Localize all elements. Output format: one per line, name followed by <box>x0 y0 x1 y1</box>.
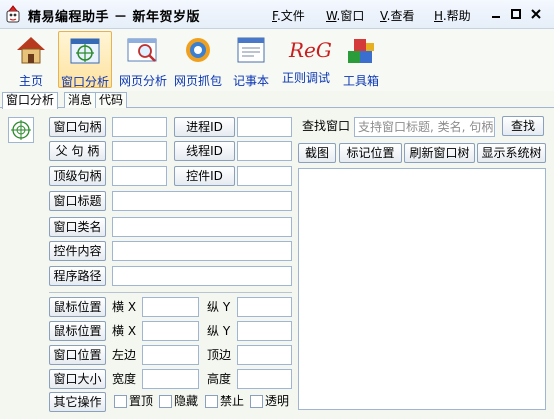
menu-help[interactable]: H.帮助 <box>434 7 471 24</box>
left-edge-field[interactable] <box>142 345 199 365</box>
tab-code[interactable]: 代码 <box>95 92 128 108</box>
toolbox-icon <box>348 39 374 63</box>
transparent-checkbox[interactable] <box>250 395 263 408</box>
always-on-top-label: 置顶 <box>129 394 154 408</box>
show-system-tree-button[interactable]: 显示系统树 <box>477 143 546 163</box>
mouse-x-field-2[interactable] <box>142 321 199 341</box>
vertical-y-label: 纵 Y <box>207 300 231 314</box>
title-bar: 精易编程助手 － 新年贺岁版 F.文件 W.窗口 V.查看 H.帮助 <box>0 0 554 29</box>
search-input[interactable]: 支持窗口标题, 类名, 句柄 <box>354 117 495 137</box>
top-edge-field[interactable] <box>237 345 292 365</box>
control-id-button[interactable]: 控件ID <box>174 166 235 186</box>
width-label: 宽度 <box>112 372 137 386</box>
width-field[interactable] <box>142 369 199 389</box>
height-field[interactable] <box>237 369 292 389</box>
window-class-field[interactable] <box>112 217 292 237</box>
packet-capture-icon <box>186 38 210 62</box>
horizontal-x-label: 横 X <box>112 300 137 314</box>
find-window-label: 查找窗口 <box>302 119 351 133</box>
menu-view[interactable]: V.查看 <box>380 7 415 24</box>
mouse-position-button-1[interactable]: 鼠标位置 <box>49 297 106 317</box>
minimize-icon[interactable] <box>488 6 504 22</box>
transparent-label: 透明 <box>265 394 290 408</box>
tool-regex-debug[interactable]: ReG 正则调试 <box>280 31 332 88</box>
hide-checkbox[interactable] <box>159 395 172 408</box>
tool-window-analysis[interactable]: 窗口分析 <box>58 31 112 89</box>
tool-notepad[interactable]: 记事本 <box>230 31 272 88</box>
other-operations-button[interactable]: 其它操作 <box>49 392 106 412</box>
disable-checkbox[interactable] <box>205 395 218 408</box>
webpage-search-icon <box>127 38 157 62</box>
parent-handle-field[interactable] <box>112 141 167 161</box>
top-edge-label: 顶边 <box>207 348 232 362</box>
window-analysis-panel: 窗口句柄 进程ID 父 句 柄 线程ID 顶级句柄 控件ID 窗口标题 窗口类名… <box>4 112 550 415</box>
window-title-field[interactable] <box>112 191 292 211</box>
find-button[interactable]: 查找 <box>502 116 544 136</box>
tool-home[interactable]: 主页 <box>8 31 54 88</box>
program-path-button[interactable]: 程序路径 <box>49 266 106 286</box>
toolbar: 主页 窗口分析 网页分析 网页抓包 记事本 ReG 正则调试 工具箱 <box>0 29 554 91</box>
process-id-field[interactable] <box>237 117 292 137</box>
control-id-field[interactable] <box>237 166 292 186</box>
thread-id-field[interactable] <box>237 141 292 161</box>
window-handle-field[interactable] <box>112 117 167 137</box>
thread-id-button[interactable]: 线程ID <box>174 141 235 161</box>
regex-icon: ReG <box>289 38 332 62</box>
window-position-button[interactable]: 窗口位置 <box>49 345 106 365</box>
divider <box>49 292 292 293</box>
always-on-top-checkbox[interactable] <box>114 395 127 408</box>
mouse-x-field-1[interactable] <box>142 297 199 317</box>
mark-position-button[interactable]: 标记位置 <box>339 143 402 163</box>
maximize-icon[interactable] <box>508 6 524 22</box>
tool-packet-capture[interactable]: 网页抓包 <box>172 31 224 88</box>
height-label: 高度 <box>207 372 232 386</box>
control-content-field[interactable] <box>112 241 292 261</box>
app-icon <box>6 5 20 23</box>
horizontal-x-label: 横 X <box>112 324 137 338</box>
top-handle-button[interactable]: 顶级句柄 <box>49 166 106 186</box>
process-id-button[interactable]: 进程ID <box>174 117 235 137</box>
mouse-y-field-1[interactable] <box>237 297 292 317</box>
window-title-button[interactable]: 窗口标题 <box>49 191 106 211</box>
disable-label: 禁止 <box>220 394 245 408</box>
refresh-window-tree-button[interactable]: 刷新窗口树 <box>404 143 475 163</box>
window-class-button[interactable]: 窗口类名 <box>49 217 106 237</box>
tab-messages[interactable]: 消息 <box>64 92 97 108</box>
close-icon[interactable] <box>528 6 544 22</box>
window-size-button[interactable]: 窗口大小 <box>49 369 106 389</box>
top-handle-field[interactable] <box>112 166 167 186</box>
screenshot-button[interactable]: 截图 <box>298 143 336 163</box>
tab-window-analysis[interactable]: 窗口分析 <box>2 92 59 109</box>
window-target-icon <box>70 38 100 64</box>
left-edge-label: 左边 <box>112 348 137 362</box>
menu-file[interactable]: F.文件 <box>272 7 305 24</box>
home-icon <box>17 37 45 64</box>
control-content-button[interactable]: 控件内容 <box>49 241 106 261</box>
window-handle-button[interactable]: 窗口句柄 <box>49 117 106 137</box>
tool-toolbox[interactable]: 工具箱 <box>340 31 382 88</box>
window-title: 精易编程助手 － 新年贺岁版 <box>28 10 201 25</box>
notepad-icon <box>237 37 265 63</box>
program-path-field[interactable] <box>112 266 292 286</box>
vertical-y-label: 纵 Y <box>207 324 231 338</box>
finder-crosshair-icon[interactable] <box>8 117 34 143</box>
mouse-y-field-2[interactable] <box>237 321 292 341</box>
tab-strip: 窗口分析 消息 代码 <box>0 91 554 109</box>
parent-handle-button[interactable]: 父 句 柄 <box>49 141 106 161</box>
mouse-position-button-2[interactable]: 鼠标位置 <box>49 321 106 341</box>
window-tree-panel[interactable] <box>298 168 546 410</box>
hide-label: 隐藏 <box>174 394 199 408</box>
tool-web-analysis[interactable]: 网页分析 <box>116 31 170 88</box>
menu-window[interactable]: W.窗口 <box>326 7 364 24</box>
